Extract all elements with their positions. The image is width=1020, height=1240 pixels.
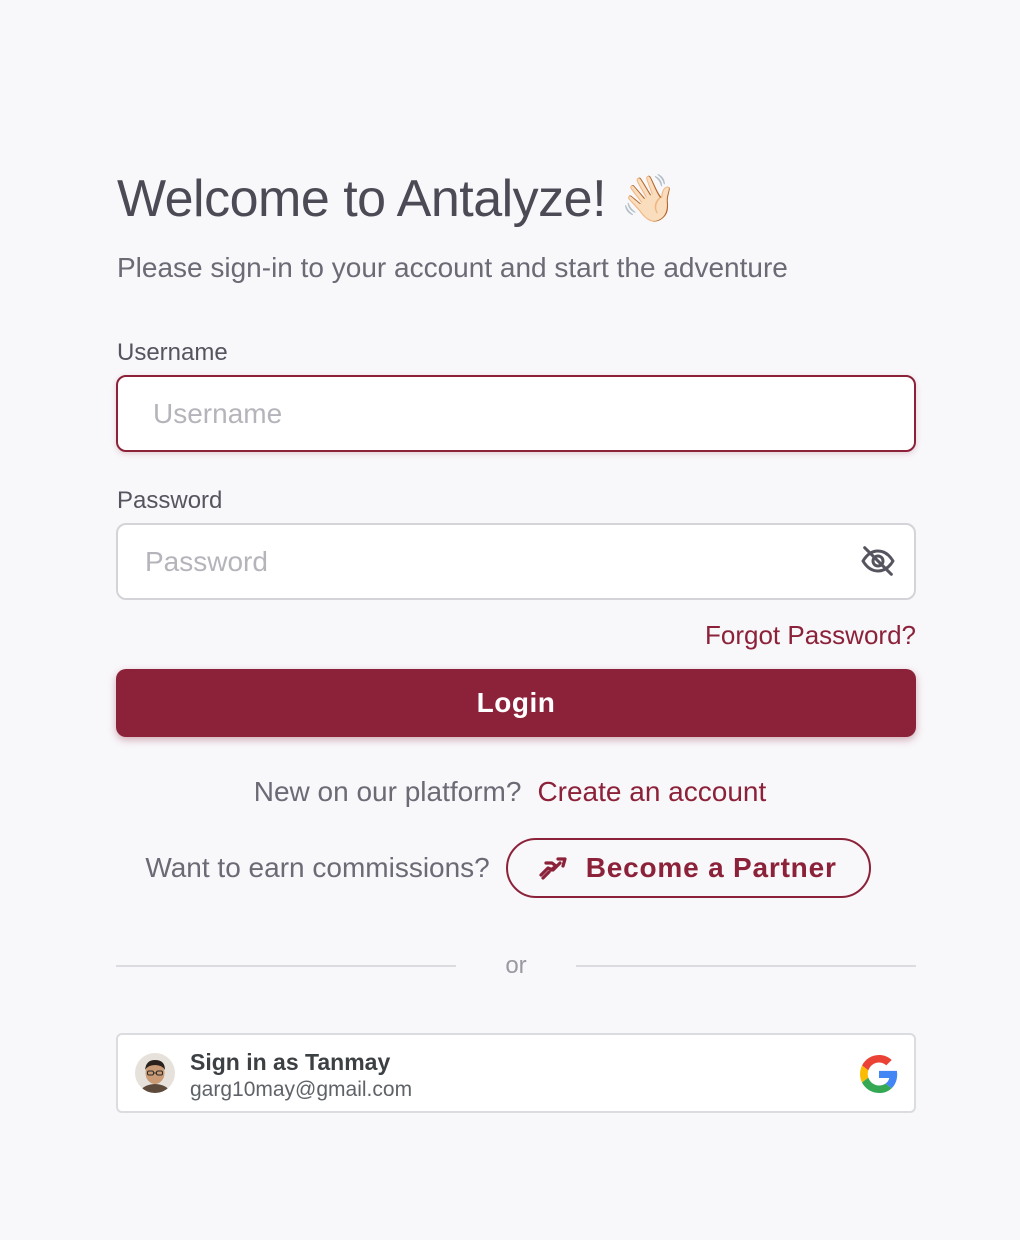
password-label: Password — [117, 487, 223, 514]
password-input[interactable] — [116, 523, 916, 600]
eye-off-icon[interactable] — [858, 541, 898, 581]
divider-line-right — [576, 965, 916, 967]
login-button[interactable]: Login — [116, 669, 916, 737]
signup-prompt: New on our platform? — [253, 776, 522, 807]
partner-prompt: Want to earn commissions? — [145, 852, 490, 883]
waving-hand-icon: 👋🏻 — [620, 172, 677, 224]
title-text: Welcome to Antalyze! — [117, 170, 607, 228]
google-account-name: Sign in as Tanmay — [190, 1049, 391, 1075]
become-partner-label: Become a Partner — [585, 852, 837, 883]
username-label: Username — [117, 339, 228, 366]
page-subtitle: Please sign-in to your account and start… — [117, 252, 788, 283]
login-page: Welcome to Antalyze! 👋🏻 Please sign-in to… — [0, 0, 1020, 1240]
divider-or-label: or — [505, 952, 527, 979]
become-partner-button[interactable]: Become a Partner — [505, 838, 871, 898]
page-title: Welcome to Antalyze! 👋🏻 — [117, 163, 677, 234]
forgot-password-link[interactable]: Forgot Password? — [705, 617, 916, 653]
handshake-icon — [539, 857, 567, 880]
divider-line-left — [116, 965, 456, 967]
partner-row: Want to earn commissions? Become a Partn… — [0, 837, 1018, 899]
signup-row: New on our platform? Create an account — [0, 772, 1020, 812]
google-account-button[interactable]: Sign in as Tanmay garg10may@gmail.com — [116, 1033, 916, 1113]
google-account-email: garg10may@gmail.com — [190, 1078, 413, 1101]
avatar — [135, 1053, 175, 1093]
google-g-icon — [860, 1055, 898, 1093]
create-account-link[interactable]: Create an account — [537, 776, 766, 808]
username-input[interactable] — [116, 375, 916, 452]
